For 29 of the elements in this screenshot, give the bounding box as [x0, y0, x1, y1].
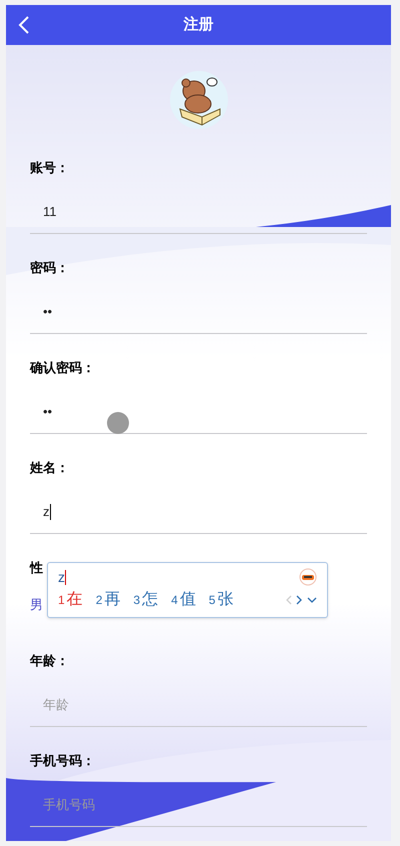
ime-candidate[interactable]: 3 怎: [133, 588, 158, 612]
ime-candidate[interactable]: 2 再: [96, 588, 120, 612]
field-placeholder: 手机号码: [43, 796, 95, 814]
field-label: 确认密码：: [30, 359, 95, 378]
expand-icon[interactable]: [307, 596, 317, 604]
field-label: 性: [30, 559, 43, 578]
field-placeholder: 年龄: [43, 696, 69, 714]
field-label: 密码：: [30, 259, 69, 278]
ime-candidate[interactable]: 5 张: [208, 588, 234, 612]
field-label: 姓名：: [30, 459, 69, 478]
next-page-icon[interactable]: [296, 595, 303, 605]
back-icon[interactable]: [18, 16, 30, 34]
field-value: ••: [43, 302, 52, 321]
ime-candidate[interactable]: 4 值: [171, 588, 196, 612]
field-value: z: [43, 502, 50, 521]
field-label: 手机号码：: [30, 752, 95, 770]
page-title: 注册: [184, 14, 214, 35]
mascot-icon[interactable]: [299, 568, 317, 586]
field-label: 账号：: [30, 159, 69, 178]
ime-composition: z: [58, 568, 65, 586]
field-label: 年龄：: [30, 652, 69, 670]
input-field[interactable]: z: [30, 490, 367, 534]
ime-candidate[interactable]: 1 在: [58, 588, 83, 612]
field-value: ••: [43, 402, 52, 421]
input-field[interactable]: ••: [30, 290, 367, 334]
input-field[interactable]: 11: [30, 190, 367, 234]
gender-option[interactable]: 男: [30, 595, 43, 615]
bear-in-box-icon: [168, 69, 230, 131]
field-value: 11: [43, 202, 56, 221]
